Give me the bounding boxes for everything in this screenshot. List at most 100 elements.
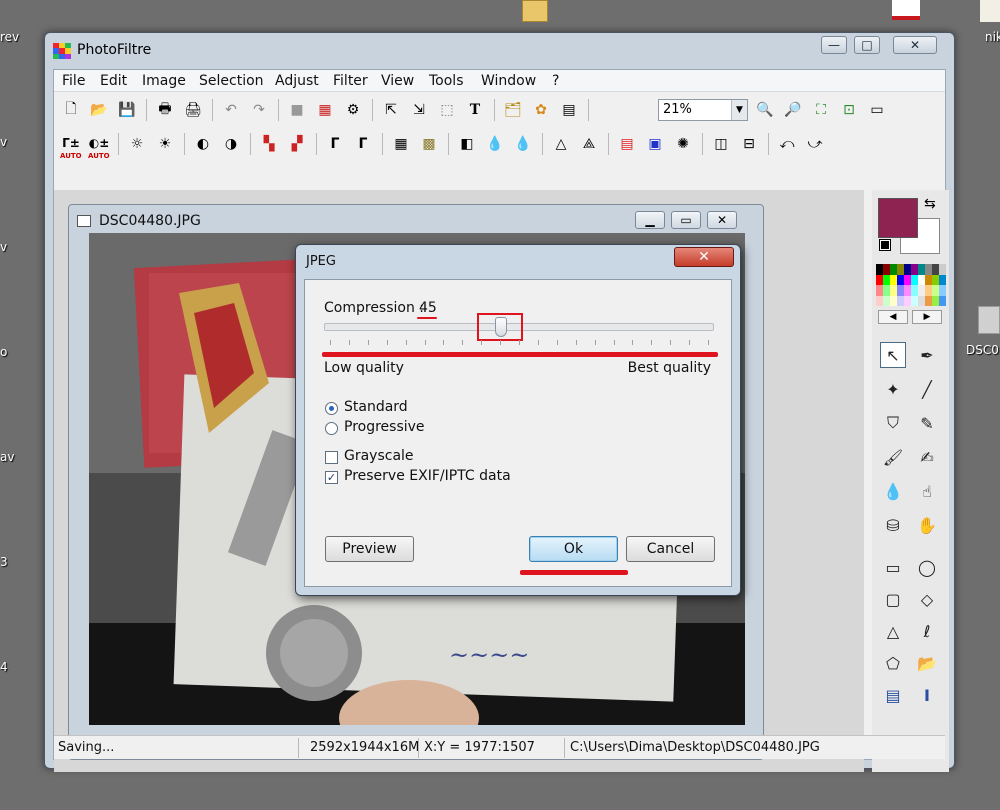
- soften-icon[interactable]: ◧: [456, 133, 478, 155]
- blur-more-icon[interactable]: 💧: [512, 133, 534, 155]
- palette-next-button[interactable]: ▶: [912, 310, 942, 324]
- actual-size-icon[interactable]: ⛶: [810, 99, 832, 121]
- mask-icon[interactable]: ▣: [644, 133, 666, 155]
- saturation-minus-icon[interactable]: ▚: [258, 133, 280, 155]
- pointer-tool-icon[interactable]: ↖: [880, 342, 906, 368]
- explorer-icon[interactable]: 🗂: [502, 99, 524, 121]
- file-icon[interactable]: [980, 0, 1000, 22]
- selection-fill-icon[interactable]: ■: [286, 99, 308, 121]
- close-button[interactable]: ✕: [893, 36, 937, 54]
- brush-tool-icon[interactable]: 🖌: [880, 444, 906, 470]
- rotate-right-icon[interactable]: ⤻: [804, 133, 826, 155]
- redo-icon[interactable]: ↷: [248, 99, 270, 121]
- desktop-icon-label[interactable]: 3: [0, 555, 8, 569]
- menu-adjust[interactable]: Adjust: [275, 73, 319, 89]
- sharpen-icon[interactable]: △: [550, 133, 572, 155]
- zoom-in-icon[interactable]: 🔍: [754, 99, 776, 121]
- polygon-selection-icon[interactable]: ⬠: [880, 650, 906, 676]
- menu-window[interactable]: Window: [481, 73, 536, 89]
- gamma-minus-icon[interactable]: Γ: [324, 133, 346, 155]
- dialog-close-button[interactable]: ✕: [674, 247, 734, 267]
- clone-stamp-tool-icon[interactable]: ⛁: [880, 512, 906, 538]
- fit-window-icon[interactable]: ⊡: [838, 99, 860, 121]
- selection-mode-alt-icon[interactable]: Ⅰ: [914, 682, 940, 708]
- swap-colors-icon[interactable]: ⇆: [924, 196, 936, 212]
- folder-icon[interactable]: [522, 0, 548, 22]
- desktop-icon-label[interactable]: v: [0, 135, 7, 149]
- desktop-icon-label[interactable]: v: [0, 240, 7, 254]
- grayscale-label[interactable]: Grayscale: [344, 448, 414, 464]
- menu-filter[interactable]: Filter: [333, 73, 368, 89]
- desktop-icon-label[interactable]: o: [0, 345, 7, 359]
- gamma-plus-icon[interactable]: Γ: [352, 133, 374, 155]
- smudge-tool-icon[interactable]: ☝: [914, 478, 940, 504]
- gradient-icon[interactable]: ▤: [616, 133, 638, 155]
- menu-file[interactable]: File: [62, 73, 85, 89]
- menu-help[interactable]: ?: [552, 73, 559, 89]
- sharpen-more-icon[interactable]: ⟁: [578, 133, 600, 155]
- preview-button[interactable]: Preview: [325, 536, 414, 562]
- scan-icon[interactable]: 🖨: [182, 99, 204, 121]
- saturation-plus-icon[interactable]: ▞: [286, 133, 308, 155]
- sepia-icon[interactable]: ▩: [418, 133, 440, 155]
- text-tool-icon[interactable]: T: [464, 99, 486, 121]
- maximize-button[interactable]: □: [854, 36, 880, 54]
- crop-selection-icon[interactable]: ⬚: [436, 99, 458, 121]
- menu-view[interactable]: View: [381, 73, 414, 89]
- print-icon[interactable]: 🖶: [154, 99, 176, 121]
- grid-filter-icon[interactable]: ▦: [390, 133, 412, 155]
- exif-checkbox[interactable]: ✓: [325, 471, 338, 484]
- palette-prev-button[interactable]: ◀: [878, 310, 908, 324]
- new-file-icon[interactable]: 🗋: [60, 99, 82, 121]
- flip-horizontal-icon[interactable]: ◫: [710, 133, 732, 155]
- ok-button[interactable]: Ok: [529, 536, 618, 562]
- minimize-button[interactable]: —: [821, 36, 847, 54]
- radio-progressive[interactable]: [325, 422, 338, 435]
- desktop-icon-label[interactable]: 4: [0, 660, 8, 674]
- magic-wand-tool-icon[interactable]: ✦: [880, 376, 906, 402]
- diamond-selection-icon[interactable]: ◇: [914, 586, 940, 612]
- rotate-left-icon[interactable]: ⤺: [776, 133, 798, 155]
- radio-standard[interactable]: [325, 402, 338, 415]
- ellipse-selection-icon[interactable]: ◯: [914, 554, 940, 580]
- undo-icon[interactable]: ↶: [220, 99, 242, 121]
- foreground-color-front[interactable]: [878, 198, 918, 238]
- cancel-button[interactable]: Cancel: [626, 536, 715, 562]
- doc-minimize-button[interactable]: ▁: [635, 211, 665, 229]
- auto-levels-icon[interactable]: Γ±: [60, 132, 82, 154]
- automate-icon[interactable]: ⚙: [342, 99, 364, 121]
- blur-icon[interactable]: 💧: [484, 133, 506, 155]
- rounded-rect-selection-icon[interactable]: ▢: [880, 586, 906, 612]
- desktop-icon-label[interactable]: DSC0: [966, 343, 999, 357]
- eyedropper-tool-icon[interactable]: ✒: [914, 342, 940, 368]
- radio-standard-label[interactable]: Standard: [344, 399, 408, 415]
- brightness-minus-icon[interactable]: ☼: [126, 133, 148, 155]
- chevron-down-icon[interactable]: ▼: [731, 100, 747, 120]
- menu-image[interactable]: Image: [142, 73, 186, 89]
- fullscreen-icon[interactable]: ▭: [866, 99, 888, 121]
- open-folder-icon[interactable]: 📂: [88, 99, 110, 121]
- radio-progressive-label[interactable]: Progressive: [344, 419, 425, 435]
- desktop-icon-label[interactable]: rev: [0, 30, 19, 44]
- doc-maximize-button[interactable]: ▭: [671, 211, 701, 229]
- desktop-icon-label[interactable]: nik: [985, 30, 1000, 44]
- menu-tools[interactable]: Tools: [429, 73, 464, 89]
- rectangle-selection-icon[interactable]: ▭: [880, 554, 906, 580]
- auto-contrast-icon[interactable]: ◐±: [88, 132, 110, 154]
- image-file-icon[interactable]: [978, 306, 1000, 334]
- line-tool-icon[interactable]: ╱: [914, 376, 940, 402]
- desktop-icon-label[interactable]: av: [0, 450, 14, 464]
- default-colors-icon[interactable]: [879, 239, 891, 251]
- color-palette[interactable]: [876, 264, 946, 306]
- canvas-size-icon[interactable]: ⇲: [408, 99, 430, 121]
- contrast-plus-icon[interactable]: ◑: [220, 133, 242, 155]
- hand-tool-icon[interactable]: ✋: [914, 512, 940, 538]
- doc-close-button[interactable]: ✕: [707, 211, 737, 229]
- slideshow-icon[interactable]: ▤: [558, 99, 580, 121]
- advanced-brush-tool-icon[interactable]: ✍: [914, 444, 940, 470]
- pdf-file-icon[interactable]: [892, 0, 920, 20]
- color-grid-icon[interactable]: ▦: [314, 99, 336, 121]
- stylize-icon[interactable]: ✺: [672, 133, 694, 155]
- grayscale-checkbox[interactable]: [325, 451, 338, 464]
- zoom-out-icon[interactable]: 🔎: [782, 99, 804, 121]
